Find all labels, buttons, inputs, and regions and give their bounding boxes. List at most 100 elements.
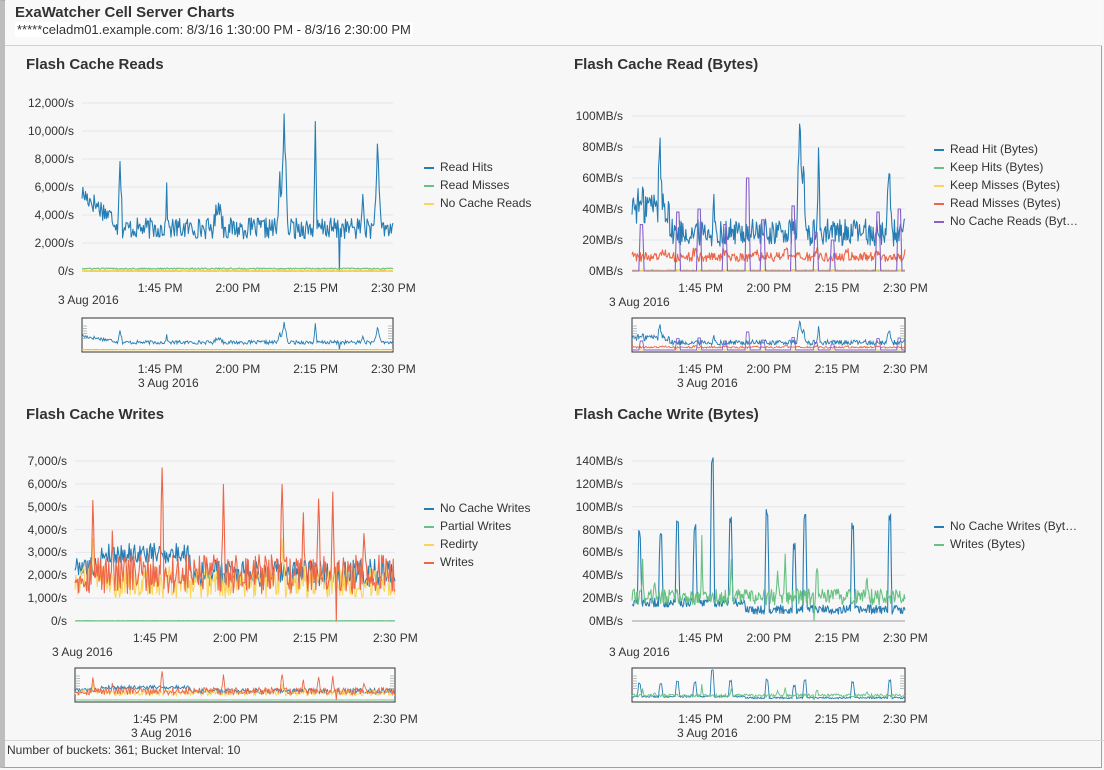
y-tick-label: 2,000/s [34,236,74,250]
legend-swatch [934,525,944,528]
legend-label: No Cache Writes (Byt… [950,519,1078,533]
y-tick-label: 6,000/s [27,476,67,491]
x-tick-label: 1:45 PM [678,281,723,295]
y-tick-label: 40MB/s [582,202,623,216]
page-title: ExaWatcher Cell Server Charts [15,4,235,21]
y-tick-label: 0/s [57,264,74,278]
x-tick-label: 2:15 PM [814,631,860,645]
x-date-label: 3 Aug 2016 [58,293,119,307]
legend-item[interactable]: Writes [424,553,530,571]
y-tick-label: 140MB/s [575,454,623,468]
legend-item[interactable]: No Cache Writes [424,499,530,517]
legend-item[interactable]: Redirty [424,535,530,553]
overview-x-tick-label: 2:30 PM [373,712,418,726]
y-tick-label: 20MB/s [582,233,623,247]
page-subtitle: *****celadm01.example.com: 8/3/16 1:30:0… [15,22,413,37]
x-date-label: 3 Aug 2016 [609,645,670,659]
bucket-info: Number of buckets: 361; Bucket Interval:… [5,740,1104,757]
y-tick-label: 60MB/s [582,171,623,185]
y-tick-label: 12,000/s [27,96,74,110]
y-tick-label: 0/s [50,614,67,628]
legend-item[interactable]: No Cache Reads (Byt… [934,212,1078,230]
x-tick-label: 1:45 PM [133,631,178,645]
overview-x-tick-label: 2:15 PM [293,362,338,376]
x-tick-label: 2:15 PM [293,281,338,295]
chart-title: Flash Cache Read (Bytes) [574,56,759,73]
legend-label: Writes (Bytes) [950,537,1026,551]
legend-swatch [424,525,434,528]
y-tick-label: 2,000/s [27,568,67,583]
legend-item[interactable]: No Cache Writes (Byt… [934,517,1077,535]
x-tick-label: 2:00 PM [215,281,261,295]
y-tick-label: 7,000/s [27,454,67,468]
overview-x-tick-label: 1:45 PM [133,712,178,726]
legend-label: Keep Misses (Bytes) [950,178,1061,192]
y-tick-label: 3,000/s [27,545,67,560]
overview-x-tick-label: 2:30 PM [371,362,416,376]
overview-date-label: 3 Aug 2016 [677,376,738,390]
chart-legend: Read Hits Read Misses No Cache Reads [424,158,531,212]
x-date-label: 3 Aug 2016 [609,295,670,309]
y-tick-label: 20MB/s [582,591,623,606]
y-tick-label: 120MB/s [575,476,623,491]
legend-item[interactable]: Partial Writes [424,517,530,535]
x-tick-label: 1:45 PM [678,631,723,645]
overview-x-tick-label: 2:00 PM [746,712,792,726]
x-tick-label: 2:30 PM [373,631,418,645]
overview-x-tick-label: 2:00 PM [213,712,258,726]
overview-x-tick-label: 2:15 PM [293,712,338,726]
x-tick-label: 2:00 PM [213,631,258,645]
y-tick-label: 40MB/s [582,568,623,583]
chart-title: Flash Cache Writes [26,406,165,423]
legend-swatch [934,220,944,223]
overview-x-tick-label: 2:15 PM [814,712,860,726]
x-tick-label: 2:15 PM [293,631,338,645]
chart-title: Flash Cache Reads [26,56,164,73]
y-tick-label: 4,000/s [27,522,67,537]
legend-label: No Cache Writes [440,501,531,515]
legend-label: No Cache Reads [440,196,532,210]
overview-x-tick-label: 1:45 PM [678,362,723,376]
legend-swatch [934,202,944,205]
overview-date-label: 3 Aug 2016 [131,726,192,740]
legend-item[interactable]: Read Hit (Bytes) [934,140,1078,158]
legend-label: No Cache Reads (Byt… [950,214,1079,228]
y-tick-label: 10,000/s [27,124,74,138]
x-date-label: 3 Aug 2016 [52,645,113,659]
y-tick-label: 0MB/s [588,614,623,628]
y-tick-label: 8,000/s [34,152,74,166]
legend-swatch [424,561,434,564]
legend-item[interactable]: No Cache Reads [424,194,531,212]
legend-swatch [424,184,434,187]
legend-item[interactable]: Read Misses [424,176,531,194]
x-tick-label: 2:00 PM [746,281,792,295]
legend-swatch [424,507,434,510]
y-tick-label: 80MB/s [582,140,623,154]
y-tick-label: 4,000/s [34,208,74,222]
legend-label: Read Hits [440,160,493,174]
x-tick-label: 2:30 PM [371,281,416,295]
legend-item[interactable]: Writes (Bytes) [934,535,1077,553]
legend-label: Writes [440,555,474,569]
legend-item[interactable]: Keep Misses (Bytes) [934,176,1078,194]
y-tick-label: 0MB/s [588,264,623,278]
overview-x-tick-label: 2:00 PM [746,362,792,376]
y-tick-label: 100MB/s [575,109,623,123]
legend-swatch [934,184,944,187]
legend-label: Keep Hits (Bytes) [950,160,1044,174]
x-tick-label: 2:00 PM [746,631,792,645]
overview-x-tick-label: 1:45 PM [678,712,723,726]
legend-swatch [934,543,944,546]
legend-label: Read Misses [440,178,510,192]
legend-item[interactable]: Read Hits [424,158,531,176]
chart-title: Flash Cache Write (Bytes) [574,406,759,423]
legend-item[interactable]: Read Misses (Bytes) [934,194,1078,212]
overview-date-label: 3 Aug 2016 [677,726,738,740]
overview-x-tick-label: 2:30 PM [883,362,928,376]
legend-item[interactable]: Keep Hits (Bytes) [934,158,1078,176]
overview-x-tick-label: 1:45 PM [137,362,183,376]
legend-label: Redirty [440,537,479,551]
x-tick-label: 1:45 PM [137,281,183,295]
legend-label: Partial Writes [440,519,512,533]
legend-label: Read Hit (Bytes) [950,142,1039,156]
